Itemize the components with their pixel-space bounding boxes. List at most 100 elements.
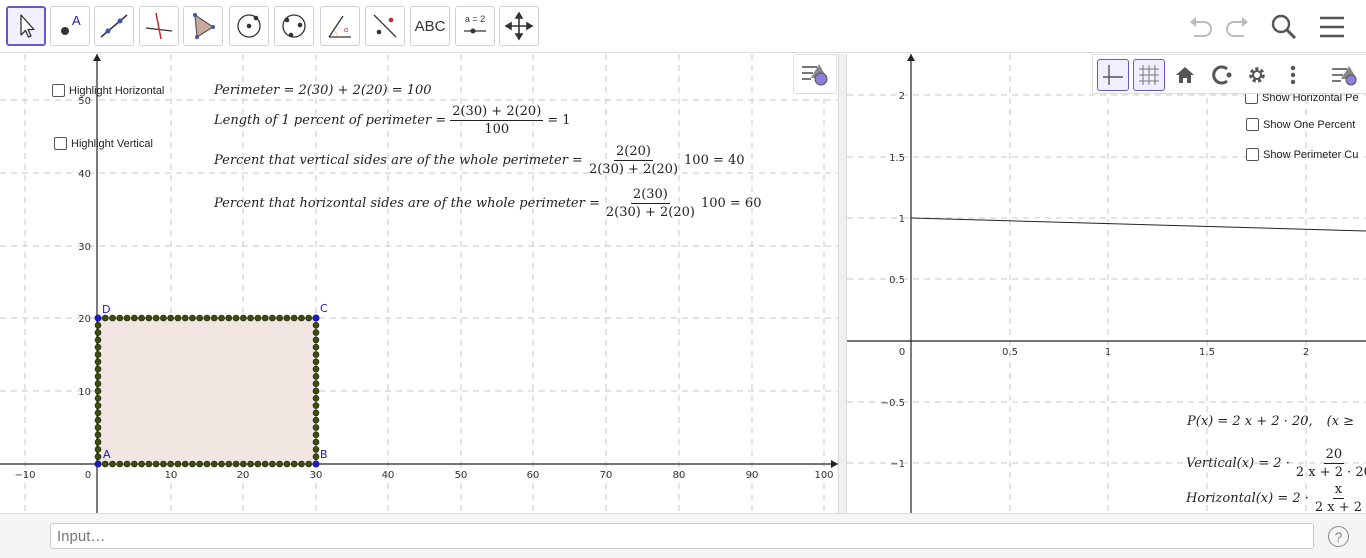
- highlight-vertical-checkbox[interactable]: Highlight Vertical: [54, 137, 153, 150]
- show-perimeter-curve-checkbox[interactable]: Show Perimeter Cu: [1246, 148, 1358, 161]
- line-tool-button[interactable]: [94, 6, 134, 46]
- checkbox-box[interactable]: [52, 84, 65, 97]
- perimeter-dot: [94, 336, 102, 344]
- fraction-numerator: x: [1332, 482, 1345, 499]
- geogebra-app: A α ABC a = 2 −10 0 10 20 30 40 50 60 70…: [0, 0, 1366, 558]
- toolbar: A α ABC a = 2: [0, 0, 1366, 53]
- highlight-horizontal-label: Highlight Horizontal: [69, 84, 165, 97]
- main-menu-button[interactable]: [1315, 10, 1349, 44]
- standard-view-button[interactable]: [1169, 59, 1201, 91]
- text-tool-label: ABC: [414, 17, 446, 35]
- perimeter-dot: [298, 314, 305, 322]
- vertical-function-formula: Vertical(x) = 2 · 20 2 x + 2 · 20: [1186, 447, 1366, 480]
- perpendicular-line-tool-button[interactable]: [139, 6, 179, 46]
- more-options-button[interactable]: [1277, 59, 1309, 91]
- perimeter-dot: [225, 314, 233, 322]
- perimeter-dot: [254, 460, 262, 468]
- vertex-b[interactable]: [312, 460, 320, 468]
- perimeter-dot: [312, 446, 320, 453]
- highlight-vertical-label: Highlight Vertical: [71, 137, 153, 150]
- highlight-horizontal-checkbox[interactable]: Highlight Horizontal: [52, 84, 164, 97]
- y-tick-label: 2: [899, 91, 905, 102]
- perimeter-dot: [276, 460, 283, 468]
- x-tick-label: 0: [85, 470, 91, 481]
- rectangle-abcd[interactable]: [97, 317, 317, 465]
- vertex-a[interactable]: [94, 460, 102, 468]
- view2-style-bar-toggle[interactable]: [1323, 59, 1366, 91]
- line-icon: [100, 14, 128, 38]
- redo-icon: [1226, 17, 1248, 37]
- grid-icon: [1139, 65, 1159, 85]
- fraction-denominator: 2 x + 2: [1314, 500, 1363, 513]
- x-tick-labels: −10 0 10 20 30 40 50 60 70 80 90 100: [14, 470, 833, 481]
- perimeter-dot: [181, 314, 189, 322]
- perimeter-dot: [312, 431, 320, 439]
- y-tick-label: 40: [78, 169, 91, 180]
- graphics-view-1[interactable]: −10 0 10 20 30 40 50 60 70 80 90 100 10 …: [0, 54, 838, 513]
- perimeter-dot: [312, 351, 320, 358]
- y-tick-label: 1.5: [889, 153, 905, 164]
- algebra-input-field[interactable]: [50, 523, 1314, 549]
- fraction-numerator: 2(30) + 2(20): [450, 104, 544, 121]
- show-one-percent-checkbox[interactable]: Show One Percent: [1246, 118, 1355, 131]
- fraction-denominator: 2(30) + 2(20): [605, 205, 695, 220]
- p-function-condition: (x ≥: [1326, 414, 1355, 429]
- polygon-tool-button[interactable]: [183, 6, 223, 46]
- point-capturing-button[interactable]: [1205, 59, 1237, 91]
- vertex-c[interactable]: [312, 314, 320, 322]
- y-axis-arrow: [907, 54, 915, 61]
- reflect-tool-button[interactable]: [365, 6, 405, 46]
- perimeter-dot: [94, 321, 102, 329]
- perimeter-dot: [94, 343, 102, 351]
- toggle-axes-button[interactable]: [1097, 59, 1129, 91]
- perimeter-dot: [116, 314, 124, 322]
- view1-style-bar-toggle[interactable]: [793, 54, 837, 94]
- circle-through-points-tool-button[interactable]: [274, 6, 314, 46]
- function-curve[interactable]: [910, 217, 1366, 232]
- slider-tool-button[interactable]: a = 2: [455, 6, 495, 46]
- vertical-rhs: 100 = 40: [684, 153, 745, 168]
- point-icon: A: [61, 13, 81, 35]
- perimeter-dot: [94, 438, 102, 446]
- x-tick-label: 1: [1105, 347, 1111, 358]
- perimeter-dot: [145, 460, 153, 468]
- checkbox-box[interactable]: [1246, 148, 1259, 161]
- fraction-denominator: 2(30) + 2(20): [588, 162, 679, 177]
- view-divider[interactable]: [838, 54, 847, 513]
- angle-tool-button[interactable]: α: [320, 6, 360, 46]
- perimeter-dot: [94, 387, 102, 395]
- perimeter-dot: [152, 314, 160, 322]
- graphics-settings-button[interactable]: [1241, 59, 1273, 91]
- x-tick-label: 80: [673, 470, 686, 481]
- perimeter-dot: [261, 460, 269, 468]
- perimeter-dot: [261, 314, 269, 322]
- y-axis-arrow: [93, 54, 101, 61]
- vertex-c-label: C: [320, 302, 328, 315]
- move-tool-button[interactable]: [6, 6, 46, 46]
- perimeter-dot: [167, 460, 174, 468]
- redo-button[interactable]: [1220, 10, 1254, 44]
- perimeter-dot: [203, 314, 211, 322]
- point-capture-icon: [1212, 65, 1232, 85]
- graphics-view-2[interactable]: 0 0.5 1 1.5 2 2 1.5 1 0.5 −0.5 −1 Show H…: [847, 54, 1366, 513]
- vertical-lhs: Percent that vertical sides are of the w…: [214, 153, 583, 168]
- move-graphics-view-tool-button[interactable]: [499, 6, 539, 46]
- perimeter-function-formula: P(x) = 2 x + 2 · 20, (x ≥: [1187, 414, 1354, 429]
- vertex-d[interactable]: [94, 314, 102, 322]
- text-tool-button[interactable]: ABC: [410, 6, 450, 46]
- checkbox-box[interactable]: [1246, 118, 1259, 131]
- x-tick-label: 70: [600, 470, 613, 481]
- input-help-button[interactable]: ?: [1328, 526, 1349, 547]
- toggle-grid-button[interactable]: [1133, 59, 1165, 91]
- point-tool-button[interactable]: A: [50, 6, 90, 46]
- reflect-icon: [373, 14, 397, 38]
- perimeter-formula: Perimeter = 2(30) + 2(20) = 100: [214, 83, 432, 98]
- perimeter-dot: [225, 460, 233, 468]
- undo-icon: [1190, 17, 1212, 37]
- search-button[interactable]: [1267, 10, 1301, 44]
- circle-center-point-tool-button[interactable]: [229, 6, 269, 46]
- fraction-denominator: 100: [484, 122, 510, 137]
- checkbox-box[interactable]: [54, 137, 67, 150]
- perimeter-dot: [94, 394, 102, 402]
- undo-button[interactable]: [1184, 10, 1218, 44]
